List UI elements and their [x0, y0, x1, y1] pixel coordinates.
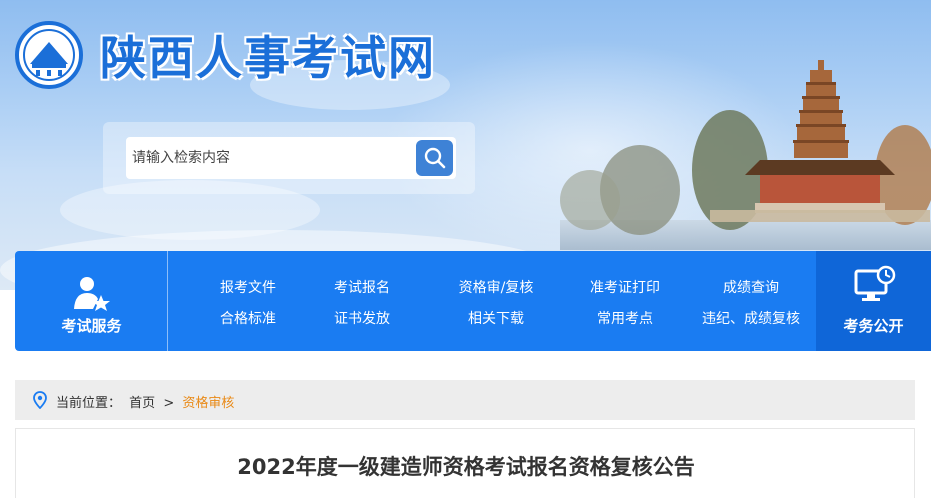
- user-star-icon: [74, 277, 110, 311]
- nav-link-admission-ticket[interactable]: 准考证打印: [585, 277, 665, 297]
- exam-affairs-label: 考务公开: [843, 317, 904, 335]
- main-nav: 考试服务 报考文件 考试报名 资格审/复核 准考证打印 成绩查询 合格标准 证书…: [15, 251, 931, 351]
- breadcrumb-current[interactable]: 资格审核: [182, 396, 234, 411]
- nav-link-exam-sites[interactable]: 常用考点: [595, 308, 655, 328]
- location-pin-icon: [33, 391, 47, 409]
- breadcrumb-home-link[interactable]: 首页: [129, 396, 155, 411]
- search-input[interactable]: [132, 144, 402, 172]
- site-logo-icon[interactable]: [14, 20, 84, 90]
- nav-link-exam-docs[interactable]: 报考文件: [218, 277, 278, 297]
- nav-link-violation-review[interactable]: 违纪、成绩复核: [696, 308, 806, 328]
- site-title[interactable]: 陕西人事考试网: [100, 22, 436, 88]
- search-icon: [424, 147, 445, 169]
- nav-link-downloads[interactable]: 相关下载: [466, 308, 526, 328]
- article-panel: 2022年度一级建造师资格考试报名资格复核公告: [15, 428, 915, 498]
- nav-link-score-query[interactable]: 成绩查询: [711, 277, 791, 297]
- monitor-clock-icon: [854, 265, 896, 301]
- search-box: [126, 137, 456, 179]
- nav-links: 报考文件 考试报名 资格审/复核 准考证打印 成绩查询 合格标准 证书发放 相关…: [168, 273, 816, 333]
- pagoda-scenery-image: [560, 60, 931, 250]
- exam-service-tab[interactable]: 考试服务: [15, 251, 168, 351]
- nav-link-qualification-review[interactable]: 资格审/复核: [451, 277, 541, 297]
- nav-link-pass-standard[interactable]: 合格标准: [218, 308, 278, 328]
- nav-link-certificate[interactable]: 证书发放: [332, 308, 392, 328]
- exam-affairs-tab[interactable]: 考务公开: [816, 251, 931, 351]
- nav-link-registration[interactable]: 考试报名: [332, 277, 392, 297]
- breadcrumb-prefix: 当前位置：: [56, 396, 122, 411]
- article-title: 2022年度一级建造师资格考试报名资格复核公告: [237, 455, 695, 479]
- search-button[interactable]: [416, 140, 453, 176]
- exam-service-label: 考试服务: [61, 317, 122, 335]
- breadcrumb-separator: >: [163, 396, 175, 411]
- search-panel: [103, 122, 475, 194]
- header-banner: 陕西人事考试网: [0, 0, 931, 290]
- breadcrumb: 当前位置： 首页 > 资格审核: [15, 380, 915, 420]
